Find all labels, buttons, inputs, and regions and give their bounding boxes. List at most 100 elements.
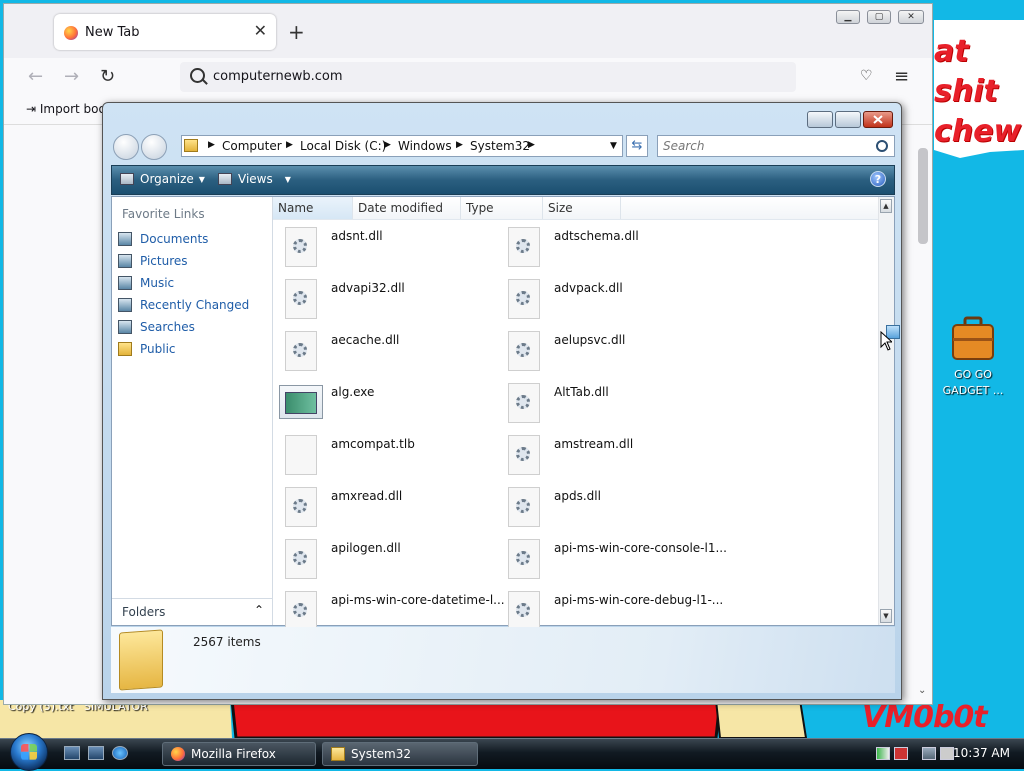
forward-button[interactable]: [141, 134, 167, 160]
menu-hamburger-icon[interactable]: ≡: [894, 66, 909, 87]
views-button[interactable]: Views ▼: [218, 172, 291, 186]
nav-link-label: Music: [140, 276, 175, 290]
scroll-down-icon[interactable]: ⌄: [918, 685, 926, 696]
breadcrumb-system32[interactable]: System32: [470, 139, 530, 153]
back-arrow-icon[interactable]: ←: [28, 66, 43, 87]
scroll-down-icon[interactable]: ▼: [880, 609, 892, 623]
scrollbar-thumb[interactable]: [918, 148, 928, 244]
gadget-label-line2: GADGET ...: [942, 384, 1004, 397]
file-name: AltTab.dll: [554, 385, 609, 399]
nav-link-recently-changed[interactable]: Recently Changed: [118, 298, 249, 312]
internet-explorer-icon[interactable]: [112, 746, 128, 760]
breadcrumb-computer[interactable]: Computer: [222, 139, 282, 153]
taskbar-button-system32[interactable]: System32: [322, 742, 478, 766]
file-name: advapi32.dll: [331, 281, 405, 295]
volume-icon[interactable]: [940, 747, 954, 760]
reload-icon[interactable]: ↻: [100, 66, 115, 87]
nav-link-pictures[interactable]: Pictures: [118, 254, 188, 268]
file-item[interactable]: apds.dll: [508, 483, 728, 531]
file-item[interactable]: amstream.dll: [508, 431, 728, 479]
close-window-button[interactable]: ✕: [898, 10, 924, 24]
file-item[interactable]: adtschema.dll: [508, 223, 728, 271]
file-item[interactable]: advapi32.dll: [285, 275, 505, 323]
breadcrumb-arrow-icon[interactable]: ▶: [384, 140, 391, 150]
explorer-close-button[interactable]: [863, 111, 893, 128]
file-item[interactable]: AltTab.dll: [508, 379, 728, 427]
window-controls: [805, 111, 893, 130]
breadcrumb-windows[interactable]: Windows: [398, 139, 452, 153]
refresh-button[interactable]: ⇆: [626, 135, 648, 157]
taskbar-label-system32: System32: [351, 747, 412, 761]
column-size[interactable]: Size: [543, 197, 621, 219]
file-item[interactable]: amxread.dll: [285, 483, 505, 531]
file-list-scrollbar[interactable]: ▲ ▼: [878, 197, 894, 625]
nav-link-public[interactable]: Public: [118, 342, 176, 356]
nav-link-label: Searches: [140, 320, 195, 334]
folder-icon: [331, 747, 345, 761]
explorer-window: ▶ Computer ▶ Local Disk (C:) ▶ Windows ▶…: [102, 102, 902, 700]
documents-icon: [118, 232, 132, 246]
tab-bar: New Tab ✕ + ▁ ▢ ✕: [4, 4, 932, 58]
file-item[interactable]: api-ms-win-core-console-l1...: [508, 535, 728, 583]
breadcrumb-local-disk[interactable]: Local Disk (C:): [300, 139, 386, 153]
url-bar[interactable]: computernewb.com: [180, 62, 796, 92]
nav-link-documents[interactable]: Documents: [118, 232, 208, 246]
import-bookmarks-link[interactable]: ⇥ Import boo: [26, 102, 106, 116]
security-icon[interactable]: [894, 747, 908, 760]
scroll-up-icon[interactable]: ▲: [880, 199, 892, 213]
mouse-pointer-icon: [880, 331, 892, 351]
file-item[interactable]: adsnt.dll: [285, 223, 505, 271]
explorer-maximize-button[interactable]: [835, 111, 861, 128]
file-list-pane: Name Date modified Type Size adsnt.dll ad…: [273, 197, 894, 631]
column-name[interactable]: Name: [273, 197, 353, 219]
file-item[interactable]: aelupsvc.dll: [508, 327, 728, 375]
clock[interactable]: 10:37 AM: [953, 746, 1010, 760]
tray-app-icon[interactable]: [876, 747, 890, 760]
page-scrollbar[interactable]: ⌄: [916, 124, 930, 704]
file-item[interactable]: alg.exe: [279, 379, 505, 427]
file-item[interactable]: amcompat.tlb: [285, 431, 505, 479]
folders-toggle[interactable]: Folders ⌃: [112, 598, 272, 625]
nav-link-music[interactable]: Music: [118, 276, 174, 290]
close-icon: [873, 115, 883, 124]
address-bar[interactable]: ▶ Computer ▶ Local Disk (C:) ▶ Windows ▶…: [181, 135, 623, 157]
back-button[interactable]: [113, 134, 139, 160]
tab-new-tab[interactable]: New Tab ✕: [54, 14, 276, 50]
breadcrumb-arrow-icon[interactable]: ▶: [456, 140, 463, 150]
favorite-links-header: Favorite Links: [122, 207, 205, 221]
views-label: Views: [238, 172, 273, 186]
wallpaper-signature: VM0b0t: [862, 700, 988, 735]
breadcrumb-arrow-icon[interactable]: ▶: [528, 140, 535, 150]
close-tab-icon[interactable]: ✕: [254, 21, 267, 40]
forward-arrow-icon[interactable]: →: [64, 66, 79, 87]
desktop-icon-gadget[interactable]: GO GO GADGET ...: [938, 316, 1008, 398]
show-desktop-icon[interactable]: [64, 746, 80, 760]
column-date-modified[interactable]: Date modified: [353, 197, 461, 219]
search-input[interactable]: Search: [657, 135, 895, 157]
address-dropdown-icon[interactable]: ▼: [610, 141, 617, 151]
file-item[interactable]: advpack.dll: [508, 275, 728, 323]
breadcrumb-arrow-icon[interactable]: ▶: [208, 140, 215, 150]
firefox-icon: [171, 747, 185, 761]
breadcrumb-arrow-icon[interactable]: ▶: [286, 140, 293, 150]
organize-button[interactable]: Organize ▼: [120, 172, 205, 186]
explorer-minimize-button[interactable]: [807, 111, 833, 128]
nav-link-searches[interactable]: Searches: [118, 320, 195, 334]
switch-windows-icon[interactable]: [88, 746, 104, 760]
file-item[interactable]: apilogen.dll: [285, 535, 505, 583]
search-icon[interactable]: [876, 140, 888, 152]
organize-label: Organize: [140, 172, 194, 186]
import-bookmarks-label: Import boo: [39, 102, 106, 116]
start-button[interactable]: [10, 733, 48, 771]
new-tab-plus-icon[interactable]: +: [288, 22, 305, 42]
help-icon[interactable]: ?: [870, 171, 886, 187]
file-item[interactable]: aecache.dll: [285, 327, 505, 375]
maximize-button[interactable]: ▢: [867, 10, 891, 24]
pocket-icon[interactable]: ♡: [860, 68, 873, 84]
search-placeholder: Search: [663, 139, 705, 153]
network-icon[interactable]: [922, 747, 936, 760]
minimize-button[interactable]: ▁: [836, 10, 860, 24]
taskbar-button-firefox[interactable]: Mozilla Firefox: [162, 742, 316, 766]
column-type[interactable]: Type: [461, 197, 543, 219]
public-folder-icon: [118, 342, 132, 356]
